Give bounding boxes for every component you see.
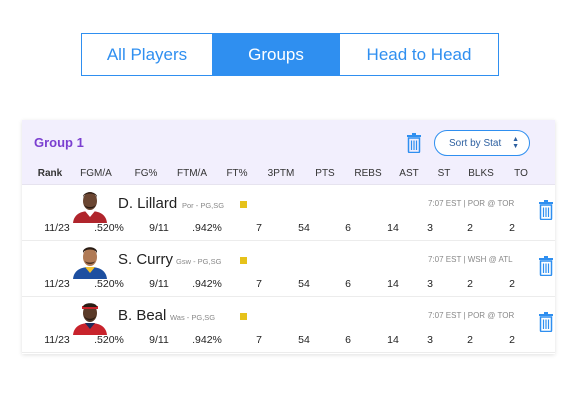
sort-button-label: Sort by Stat bbox=[449, 137, 502, 149]
stat-blks: 2 bbox=[467, 222, 473, 234]
column-headers: Rank FGM/A FG% FTM/A FT% 3PTM PTS REBS A… bbox=[22, 165, 555, 185]
stat-3ptm: 7 bbox=[256, 334, 262, 346]
column-header-rank[interactable]: Rank bbox=[38, 168, 62, 179]
stat-ftpct: .942% bbox=[192, 278, 222, 290]
status-indicator bbox=[240, 257, 247, 264]
game-info: 7:07 EST | WSH @ ATL bbox=[428, 255, 513, 264]
column-header-ftma[interactable]: FTM/A bbox=[177, 168, 207, 179]
player-name[interactable]: D. Lillard bbox=[118, 195, 177, 212]
column-header-blks[interactable]: BLKS bbox=[468, 168, 494, 179]
stat-ftma: 9/11 bbox=[149, 334, 169, 346]
stat-ftma: 9/11 bbox=[149, 278, 169, 290]
status-indicator bbox=[240, 201, 247, 208]
trash-icon[interactable] bbox=[538, 200, 554, 220]
sort-by-stat-button[interactable]: Sort by Stat ▲ ▼ bbox=[434, 130, 530, 156]
stat-ast: 14 bbox=[387, 278, 399, 290]
trash-icon[interactable] bbox=[406, 133, 422, 153]
column-header-st[interactable]: ST bbox=[438, 168, 451, 179]
stat-blks: 2 bbox=[467, 334, 473, 346]
stat-fgpct: .520% bbox=[94, 278, 124, 290]
tab-all-players[interactable]: All Players bbox=[82, 34, 212, 75]
group-title: Group 1 bbox=[34, 135, 84, 150]
up-down-arrows-icon: ▲ ▼ bbox=[512, 136, 519, 150]
stat-fgma: 11/23 bbox=[44, 334, 70, 346]
stat-ftma: 9/11 bbox=[149, 222, 169, 234]
stat-3ptm: 7 bbox=[256, 278, 262, 290]
column-header-fgma[interactable]: FGM/A bbox=[80, 168, 112, 179]
game-info: 7:07 EST | POR @ TOR bbox=[428, 199, 515, 208]
column-header-fgpct[interactable]: FG% bbox=[135, 168, 158, 179]
stat-to: 2 bbox=[509, 334, 515, 346]
group-header: Group 1 Sort by Stat ▲ ▼ bbox=[22, 120, 555, 165]
column-header-pts[interactable]: PTS bbox=[315, 168, 334, 179]
trash-icon[interactable] bbox=[538, 256, 554, 276]
player-team-position: Gsw - PG,SG bbox=[176, 257, 222, 266]
stat-rebs: 6 bbox=[345, 278, 351, 290]
tab-head-to-head[interactable]: Head to Head bbox=[339, 34, 498, 75]
player-team-position: Was - PG,SG bbox=[170, 313, 216, 322]
column-header-ftpct[interactable]: FT% bbox=[226, 168, 247, 179]
trash-icon[interactable] bbox=[538, 312, 554, 332]
stat-ftpct: .942% bbox=[192, 334, 222, 346]
stat-fgpct: .520% bbox=[94, 222, 124, 234]
player-avatar bbox=[73, 303, 107, 335]
player-name[interactable]: B. Beal bbox=[118, 307, 166, 324]
stat-st: 3 bbox=[427, 222, 433, 234]
stat-to: 2 bbox=[509, 222, 515, 234]
stat-to: 2 bbox=[509, 278, 515, 290]
stat-pts: 54 bbox=[298, 334, 310, 346]
stat-st: 3 bbox=[427, 334, 433, 346]
stat-ast: 14 bbox=[387, 222, 399, 234]
stat-fgma: 11/23 bbox=[44, 278, 70, 290]
game-info: 7:07 EST | POR @ TOR bbox=[428, 311, 515, 320]
stat-rebs: 6 bbox=[345, 334, 351, 346]
tab-groups[interactable]: Groups bbox=[212, 34, 339, 75]
player-avatar bbox=[73, 247, 107, 279]
stat-fgma: 11/23 bbox=[44, 222, 70, 234]
player-row[interactable]: D. Lillard Por - PG,SG 7:07 EST | POR @ … bbox=[22, 185, 555, 241]
stat-pts: 54 bbox=[298, 222, 310, 234]
player-name[interactable]: S. Curry bbox=[118, 251, 173, 268]
stat-st: 3 bbox=[427, 278, 433, 290]
column-header-to[interactable]: TO bbox=[514, 168, 528, 179]
player-row[interactable]: S. Curry Gsw - PG,SG 7:07 EST | WSH @ AT… bbox=[22, 241, 555, 297]
column-header-rebs[interactable]: REBS bbox=[354, 168, 381, 179]
column-header-ast[interactable]: AST bbox=[399, 168, 418, 179]
stat-fgpct: .520% bbox=[94, 334, 124, 346]
stat-ast: 14 bbox=[387, 334, 399, 346]
stat-pts: 54 bbox=[298, 278, 310, 290]
stat-rebs: 6 bbox=[345, 222, 351, 234]
stat-blks: 2 bbox=[467, 278, 473, 290]
status-indicator bbox=[240, 313, 247, 320]
player-team-position: Por - PG,SG bbox=[182, 201, 225, 210]
stat-3ptm: 7 bbox=[256, 222, 262, 234]
group-card: Group 1 Sort by Stat ▲ ▼ Rank FGM/A FG% F… bbox=[22, 120, 555, 354]
stat-ftpct: .942% bbox=[192, 222, 222, 234]
view-tabs: All Players Groups Head to Head bbox=[81, 33, 499, 76]
player-row[interactable]: B. Beal Was - PG,SG 7:07 EST | POR @ TOR… bbox=[22, 297, 555, 353]
column-header-3ptm[interactable]: 3PTM bbox=[268, 168, 295, 179]
player-avatar bbox=[73, 192, 107, 223]
